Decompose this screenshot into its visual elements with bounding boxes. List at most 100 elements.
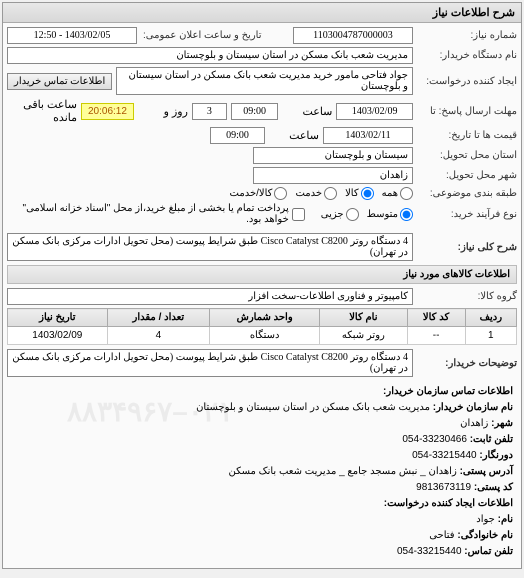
row-need-desc: شرح کلی نیاز: 4 دستگاه روتر Cisco Cataly…	[7, 233, 517, 261]
subject-label: طبقه بندی موضوعی:	[417, 188, 517, 199]
goods-group-label: گروه کالا:	[417, 291, 517, 302]
rphone: 33215440-054	[397, 546, 462, 557]
payment-checkbox-input[interactable]	[292, 208, 305, 221]
line-postal: کد پستی: 9813673119	[11, 480, 513, 496]
address-label: آدرس پستی:	[460, 466, 513, 477]
line-rphone: تلفن تماس: 33215440-054	[11, 544, 513, 560]
price-date-field: 1403/02/11	[323, 127, 413, 144]
requester-label: ایجاد کننده درخواست:	[417, 76, 517, 87]
buyer-contact-button[interactable]: اطلاعات تماس خریدار	[7, 73, 112, 90]
org-name-label: نام سازمان خریدار:	[433, 402, 513, 413]
fax: 33215440-054	[412, 450, 477, 461]
radio-medium-input[interactable]	[400, 208, 413, 221]
payment-checkbox[interactable]: پرداخت تمام یا بخشی از مبلغ خرید،از محل …	[7, 203, 305, 225]
subject-radio-group: همه کالا خدمت کالا/خدمت	[230, 187, 413, 200]
deadline-label: مهلت ارسال پاسخ: تا	[417, 106, 517, 117]
city-label: شهر:	[491, 418, 513, 429]
need-desc-label: شرح کلی نیاز:	[417, 242, 517, 253]
address: زاهدان _ نبش مسجد جامع _ مدیریت شعب بانک…	[228, 466, 456, 477]
row-buyer-notes: توضیحات خریدار: 4 دستگاه روتر Cisco Cata…	[7, 349, 517, 377]
need-desc-field: 4 دستگاه روتر Cisco Catalyst C8200 طبق ش…	[7, 233, 413, 261]
postal-label: کد پستی:	[474, 482, 513, 493]
row-price-until: قیمت ها تا تاریخ: 1403/02/11 ساعت 09:00	[7, 127, 517, 144]
panel-header: شرح اطلاعات نیاز	[3, 3, 521, 23]
price-until-label: قیمت ها تا تاریخ:	[417, 130, 517, 141]
line-lname: نام خانوادگی: فتاحی	[11, 528, 513, 544]
rphone-label: تلفن تماس:	[464, 546, 513, 557]
td-row: 1	[465, 327, 516, 345]
contract-radio-group: متوسط جزیی	[321, 208, 413, 221]
deadline-date-field: 1403/02/09	[336, 103, 413, 120]
line-phone: تلفن ثابت: 33230466-054	[11, 432, 513, 448]
buyer-org-field: مدیریت شعب بانک مسکن در استان سیستان و ب…	[7, 47, 413, 64]
radio-medium[interactable]: متوسط	[367, 208, 413, 221]
th-unit: واحد شمارش	[210, 309, 320, 327]
radio-service[interactable]: خدمت	[295, 187, 337, 200]
main-panel: شرح اطلاعات نیاز شماره نیاز: 11030047870…	[2, 2, 522, 569]
price-time-field: 09:00	[210, 127, 265, 144]
lname-label: نام خانوادگی:	[457, 530, 513, 541]
th-qty: تعداد / مقدار	[107, 309, 209, 327]
line-address: آدرس پستی: زاهدان _ نبش مسجد جامع _ مدیر…	[11, 464, 513, 480]
table-header-row: ردیف کد کالا نام کالا واحد شمارش تعداد /…	[8, 309, 517, 327]
td-code: --	[407, 327, 465, 345]
line-fname: نام: جواد	[11, 512, 513, 528]
city: زاهدان	[460, 418, 488, 429]
lname: فتاحی	[429, 530, 454, 541]
row-contract: نوع فرآیند خرید: متوسط جزیی پرداخت تمام …	[7, 203, 517, 225]
contact-section: ۰۲۱–۸۸۳۴۹۶۷ اطلاعات تماس سازمان خریدار: …	[7, 380, 517, 564]
payment-note: پرداخت تمام یا بخشی از مبلغ خرید،از محل …	[7, 203, 289, 225]
goods-table: ردیف کد کالا نام کالا واحد شمارش تعداد /…	[7, 308, 517, 345]
deliver-city-label: شهر محل تحویل:	[417, 170, 517, 181]
td-unit: دستگاه	[210, 327, 320, 345]
requester-info-title: اطلاعات ایجاد کننده درخواست:	[11, 496, 513, 512]
td-qty: 4	[107, 327, 209, 345]
price-time-label: ساعت	[269, 129, 319, 142]
radio-all[interactable]: همه	[382, 187, 413, 200]
fname: جواد	[476, 514, 495, 525]
fname-label: نام:	[498, 514, 513, 525]
radio-all-input[interactable]	[400, 187, 413, 200]
radio-goods-input[interactable]	[361, 187, 374, 200]
deadline-time-field: 09:00	[231, 103, 278, 120]
row-deadline: مهلت ارسال پاسخ: تا 1403/02/09 ساعت 09:0…	[7, 98, 517, 124]
th-date: تاریخ نیاز	[8, 309, 108, 327]
deliver-city-field: زاهدان	[253, 167, 413, 184]
radio-small-input[interactable]	[346, 208, 359, 221]
row-deliver-city: شهر محل تحویل: زاهدان	[7, 167, 517, 184]
th-code: کد کالا	[407, 309, 465, 327]
fax-label: دورنگار:	[479, 450, 513, 461]
days-label: روز و	[138, 105, 188, 118]
goods-group-field: کامپیوتر و فناوری اطلاعات-سخت افزار	[7, 288, 413, 305]
line-org: نام سازمان خریدار: مدیریت شعب بانک مسکن …	[11, 400, 513, 416]
radio-both[interactable]: کالا/خدمت	[230, 187, 288, 200]
row-requester: ایجاد کننده درخواست: جواد فتاحی مامور خر…	[7, 67, 517, 95]
radio-service-input[interactable]	[324, 187, 337, 200]
radio-small[interactable]: جزیی	[321, 208, 359, 221]
req-number-field: 1103004787000003	[293, 27, 413, 44]
req-number-label: شماره نیاز:	[417, 30, 517, 41]
td-date: 1403/02/09	[8, 327, 108, 345]
deadline-time-label: ساعت	[282, 105, 332, 118]
contact-title: اطلاعات تماس سازمان خریدار:	[11, 384, 513, 400]
days-field: 3	[192, 103, 227, 120]
org-name: مدیریت شعب بانک مسکن در استان سیستان و ب…	[196, 402, 430, 413]
radio-goods[interactable]: کالا	[345, 187, 374, 200]
remain-label: ساعت باقی مانده	[7, 98, 77, 124]
phone: 33230466-054	[402, 434, 467, 445]
line-fax: دورنگار: 33215440-054	[11, 448, 513, 464]
th-row: ردیف	[465, 309, 516, 327]
radio-both-input[interactable]	[274, 187, 287, 200]
row-buyer-org: نام دستگاه خریدار: مدیریت شعب بانک مسکن …	[7, 47, 517, 64]
row-subject: طبقه بندی موضوعی: همه کالا خدمت کالا/خدم…	[7, 187, 517, 200]
deliver-province-label: استان محل تحویل:	[417, 150, 517, 161]
postal: 9813673119	[416, 482, 471, 493]
buyer-notes-field: 4 دستگاه روتر Cisco Catalyst C8200 طبق ش…	[7, 349, 413, 377]
row-deliver-province: استان محل تحویل: سیستان و بلوچستان	[7, 147, 517, 164]
table-row[interactable]: 1 -- روتر شبکه دستگاه 4 1403/02/09	[8, 327, 517, 345]
deliver-province-field: سیستان و بلوچستان	[253, 147, 413, 164]
buyer-notes-label: توضیحات خریدار:	[417, 358, 517, 369]
panel-body: شماره نیاز: 1103004787000003 تاریخ و ساع…	[3, 23, 521, 568]
announce-field: 1403/02/05 - 12:50	[7, 27, 137, 44]
line-city: شهر: زاهدان	[11, 416, 513, 432]
